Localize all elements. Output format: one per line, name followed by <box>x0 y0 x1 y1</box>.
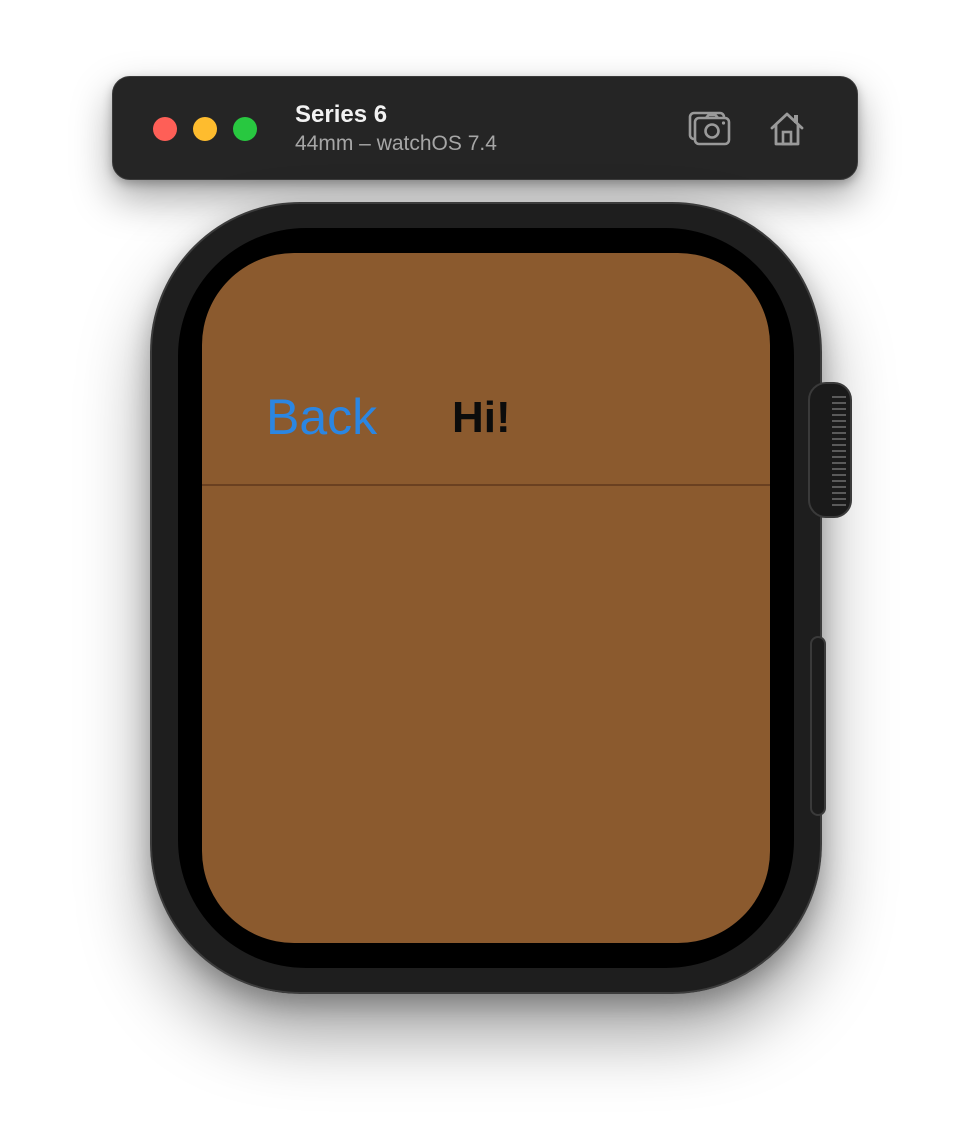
minimize-window-button[interactable] <box>193 117 217 141</box>
back-button[interactable]: Back <box>266 387 377 447</box>
simulator-title-bar[interactable]: Series 6 44mm – watchOS 7.4 <box>112 76 858 180</box>
camera-icon <box>688 111 731 146</box>
nav-divider <box>202 484 770 486</box>
close-window-button[interactable] <box>153 117 177 141</box>
device-name: Series 6 <box>295 101 388 128</box>
crown-ridges <box>832 396 846 506</box>
home-button[interactable] <box>763 105 811 153</box>
page-title: Hi! <box>452 393 511 442</box>
watch-screen: Back Hi! <box>202 253 770 943</box>
side-button[interactable] <box>810 636 826 816</box>
device-title-block: Series 6 44mm – watchOS 7.4 <box>295 101 497 157</box>
device-detail: 44mm – watchOS 7.4 <box>295 132 497 155</box>
zoom-window-button[interactable] <box>233 117 257 141</box>
digital-crown[interactable] <box>808 382 852 518</box>
screenshot-button[interactable] <box>685 105 733 153</box>
simulator-stage: Series 6 44mm – watchOS 7.4 Back Hi! <box>0 0 970 1144</box>
home-icon <box>770 112 804 146</box>
